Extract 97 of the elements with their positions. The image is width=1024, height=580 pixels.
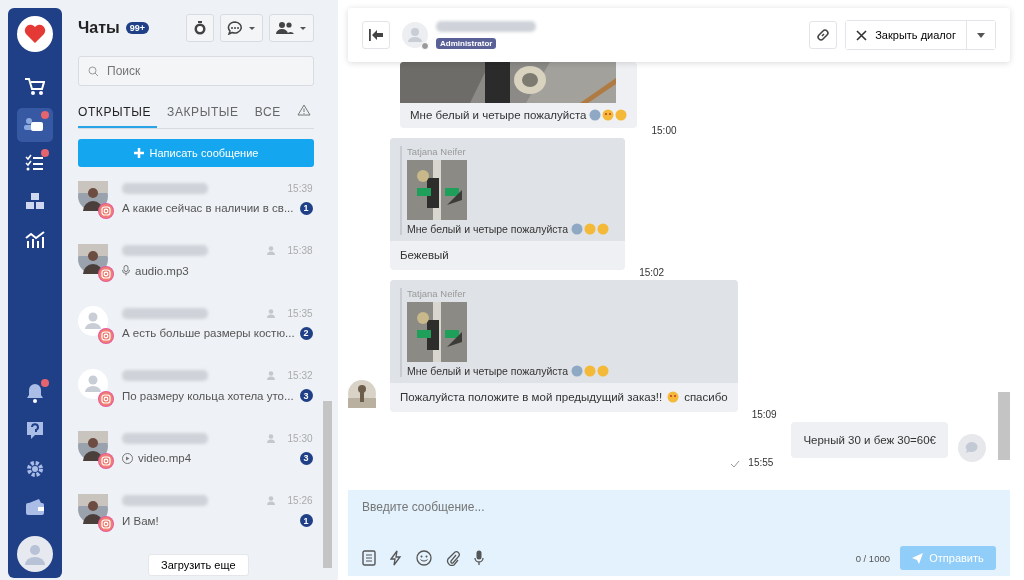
message-text: спасибо — [684, 391, 728, 403]
chat-list-item[interactable]: 15:39 А какие сейчас в наличии в св... 1 — [78, 175, 319, 238]
chat-time: 15:32 — [287, 370, 313, 381]
document-icon[interactable] — [362, 550, 376, 566]
timer-button[interactable] — [186, 14, 214, 42]
search-field[interactable]: Поиск — [78, 56, 314, 86]
send-icon — [912, 552, 924, 564]
role-badge: Administrator — [436, 38, 497, 49]
message-preview: А есть больше размеры костю... — [122, 327, 295, 339]
cart-icon — [25, 78, 45, 96]
microphone-icon[interactable] — [474, 550, 484, 566]
users-icon — [276, 22, 294, 34]
link-button[interactable] — [809, 21, 838, 49]
notification-dot — [41, 149, 49, 157]
message-time: 15:09 — [751, 409, 777, 420]
character-counter: 0 / 1000 — [855, 552, 890, 564]
quote-author: Tatjana Neifer — [407, 288, 466, 299]
link-icon — [816, 28, 831, 42]
quote-text: Мне белый и четыре пожалуйста — [407, 223, 569, 235]
message-time: 15:02 — [639, 267, 665, 278]
chat-time: 15:30 — [287, 432, 313, 444]
checklist-icon — [25, 154, 45, 172]
unread-count: 1 — [299, 514, 313, 527]
message-input[interactable]: Введите сообщение... — [362, 500, 996, 546]
notification-dot — [41, 379, 49, 387]
chat-list-item[interactable]: 15:38 audio.mp3 — [78, 237, 319, 300]
instagram-icon — [98, 453, 114, 469]
instagram-icon — [98, 390, 114, 407]
chat-time: 15:38 — [287, 245, 313, 256]
arrow-left-icon — [369, 29, 383, 41]
unread-count: 3 — [299, 389, 313, 402]
chat-list-item[interactable]: 15:26 И Вам! 1 — [78, 487, 319, 550]
count-badge: 99+ — [125, 22, 149, 34]
wallet-icon — [25, 499, 45, 515]
lightning-icon[interactable] — [390, 550, 402, 566]
notification-dot — [41, 111, 49, 119]
message-preview: А какие сейчас в наличии в св... — [122, 202, 295, 214]
caret-icon — [248, 25, 256, 31]
message-time: 15:00 — [651, 125, 677, 136]
boxes-icon — [25, 192, 45, 210]
chat-icon — [24, 116, 46, 134]
close-icon — [856, 29, 868, 41]
chat-bubble-icon — [227, 21, 243, 35]
default-avatar-icon — [402, 22, 428, 48]
timer-icon — [193, 21, 207, 35]
message-text: Бежевый — [400, 249, 449, 261]
bell-icon — [26, 383, 44, 403]
chat-list-item[interactable]: 15:30 video.mp4 3 — [78, 425, 319, 488]
heart-logo — [17, 16, 53, 52]
help-icon — [26, 421, 44, 441]
caret-icon — [977, 32, 985, 38]
load-more-button[interactable]: Загрузить еще — [148, 554, 249, 576]
nav-button[interactable] — [17, 108, 53, 142]
chat-list-item[interactable]: 15:32 По размеру кольца хотела уто... 3 — [78, 362, 319, 425]
play-icon — [122, 452, 133, 464]
search-icon — [88, 65, 99, 77]
unread-count: 1 — [299, 201, 313, 215]
search-input[interactable]: Поиск — [105, 63, 304, 79]
message-text: Мне белый и четыре пожалуйста — [410, 109, 587, 121]
chat-tab[interactable]: ЗАКРЫТЫЕ — [161, 104, 245, 128]
quote-text: Мне белый и четыре пожалуйста — [407, 365, 569, 377]
message-preview: video.mp4 — [138, 452, 193, 464]
unread-count: 2 — [299, 326, 313, 340]
collapse-button[interactable] — [362, 21, 390, 49]
chat-tab[interactable]: ВСЕ — [248, 104, 287, 128]
message-filter-button[interactable] — [220, 14, 263, 42]
status-dot — [421, 42, 429, 50]
chart-icon — [25, 230, 45, 248]
caret-icon — [299, 25, 307, 31]
chat-tab[interactable]: ОТКРЫТЫЕ — [78, 104, 158, 128]
close-dialog-button[interactable]: Закрыть диалог — [846, 21, 967, 49]
unread-count: 3 — [299, 451, 313, 465]
instagram-icon — [98, 515, 114, 532]
chat-list-item[interactable]: 15:35 А есть больше размеры костю... 2 — [78, 300, 319, 363]
settings-icon — [26, 460, 44, 478]
message-preview: И Вам! — [122, 514, 160, 527]
chat-time: 15:35 — [287, 307, 313, 319]
chat-time: 15:39 — [287, 182, 313, 194]
quote-author: Tatjana Neifer — [407, 146, 466, 157]
message-preview: audio.mp3 — [135, 264, 190, 277]
instagram-icon — [98, 265, 114, 282]
plus-icon — [133, 148, 144, 158]
microphone-icon — [122, 265, 130, 276]
chats-title: Чаты — [78, 19, 120, 37]
warning-icon — [296, 104, 311, 116]
message-composer-field[interactable]: Введите сообщение... 0 / 1000 Отправить — [348, 490, 1010, 576]
chat-avatar-icon — [958, 434, 986, 462]
chat-time: 15:26 — [287, 495, 313, 506]
message-time: 15:55 — [748, 457, 774, 468]
paperclip-icon[interactable] — [446, 550, 460, 566]
instagram-icon — [98, 203, 114, 219]
users-filter-button[interactable] — [269, 14, 314, 42]
user-avatar[interactable] — [17, 536, 53, 572]
message-text: Пожалуйста положите в мой предыдущий заказ!! — [400, 391, 663, 403]
instagram-icon — [98, 328, 114, 344]
message-preview: По размеру кольца хотела уто... — [122, 389, 295, 402]
message-text: Черный 30 и беж 30=60€ — [803, 434, 936, 446]
